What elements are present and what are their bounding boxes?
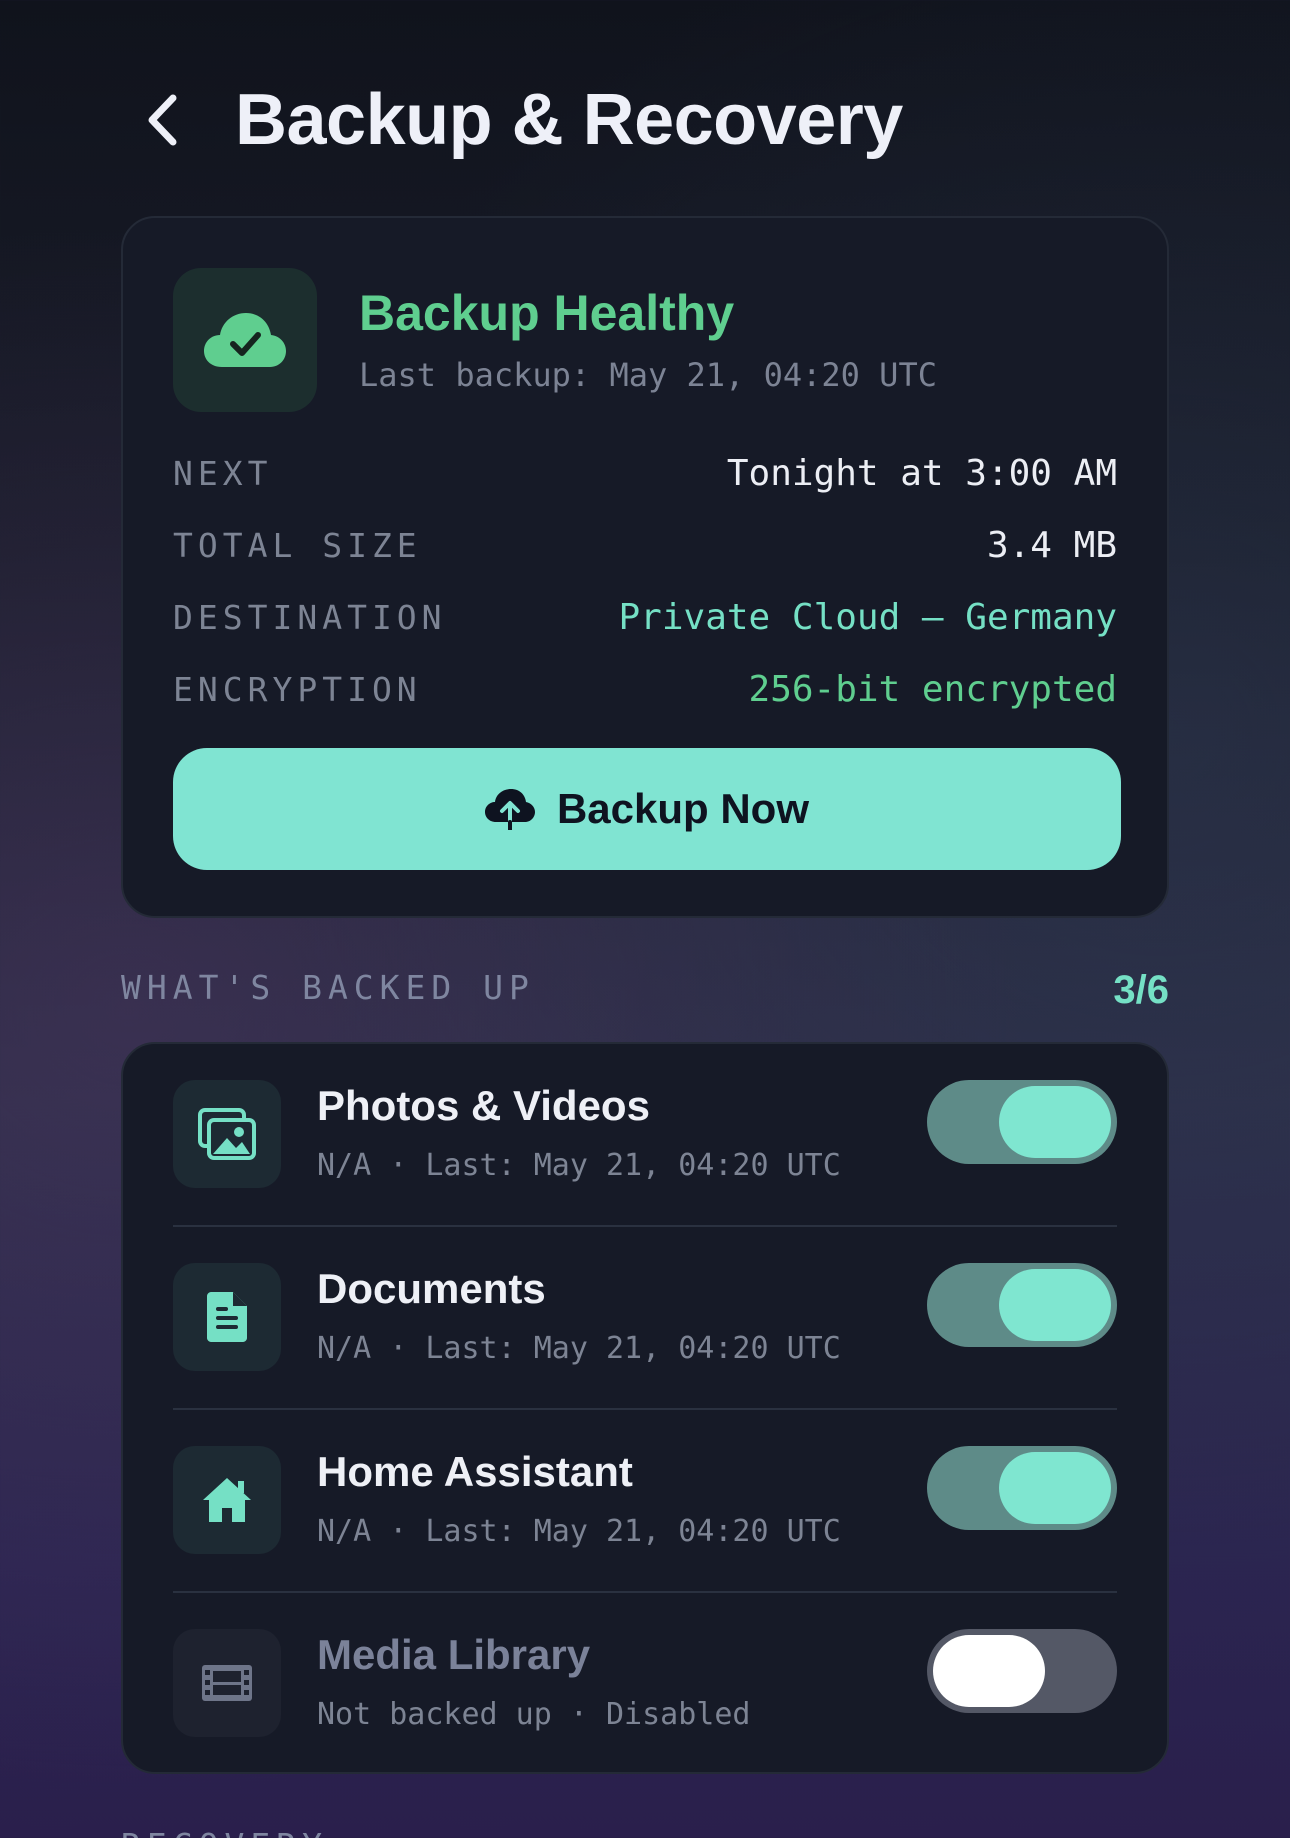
- backed-up-list: Photos & Videos N/A · Last: May 21, 04:2…: [121, 1042, 1169, 1774]
- total-size-row: TOTAL SIZE 3.4 MB: [173, 520, 1117, 570]
- total-size-label: TOTAL SIZE: [173, 525, 422, 565]
- item-name: Home Assistant: [317, 1448, 633, 1495]
- item-name: Photos & Videos: [317, 1082, 650, 1129]
- backup-now-label: Backup Now: [556, 785, 810, 832]
- cloud-upload-icon: [484, 789, 535, 830]
- toggle-knob: [999, 1269, 1111, 1341]
- section-label-backed-up: WHAT'S BACKED UP: [121, 968, 535, 1007]
- list-item[interactable]: Photos & Videos N/A · Last: May 21, 04:2…: [123, 1044, 1167, 1227]
- item-icon-tile: [173, 1446, 281, 1554]
- next-backup-row: NEXT Tonight at 3:00 AM: [173, 448, 1117, 498]
- list-item[interactable]: Home Assistant N/A · Last: May 21, 04:20…: [123, 1410, 1167, 1593]
- section-label-recovery: RECOVERY: [121, 1826, 328, 1838]
- item-meta: N/A · Last: May 21, 04:20 UTC: [317, 1148, 841, 1183]
- toggle-knob: [933, 1635, 1045, 1707]
- media-library-toggle[interactable]: [927, 1629, 1117, 1713]
- home-assistant-toggle[interactable]: [927, 1446, 1117, 1530]
- encryption-row: ENCRYPTION 256-bit encrypted: [173, 664, 1117, 714]
- page-title: Backup & Recovery: [235, 80, 903, 160]
- item-meta: N/A · Last: May 21, 04:20 UTC: [317, 1514, 841, 1549]
- document-icon: [207, 1292, 247, 1342]
- documents-toggle[interactable]: [927, 1263, 1117, 1347]
- list-item[interactable]: Documents N/A · Last: May 21, 04:20 UTC: [123, 1227, 1167, 1410]
- cloud-check-icon: [204, 313, 286, 367]
- toggle-knob: [999, 1452, 1111, 1524]
- status-icon-tile: [173, 268, 317, 412]
- next-value: Tonight at 3:00 AM: [726, 452, 1117, 494]
- item-icon-tile: [173, 1263, 281, 1371]
- image-icon: [198, 1108, 256, 1160]
- back-button[interactable]: [145, 85, 195, 155]
- total-size-value: 3.4 MB: [986, 524, 1117, 566]
- destination-row: DESTINATION Private Cloud — Germany: [173, 592, 1117, 642]
- last-backup-text: Last backup: May 21, 04:20 UTC: [359, 356, 937, 394]
- backup-now-button[interactable]: Backup Now: [173, 748, 1121, 870]
- home-icon: [203, 1478, 251, 1522]
- item-icon-tile: [173, 1080, 281, 1188]
- photos-videos-toggle[interactable]: [927, 1080, 1117, 1164]
- backup-status-card: Backup Healthy Last backup: May 21, 04:2…: [121, 216, 1169, 918]
- item-meta: N/A · Last: May 21, 04:20 UTC: [317, 1331, 841, 1366]
- item-name: Media Library: [317, 1631, 591, 1678]
- next-label: NEXT: [173, 453, 273, 493]
- backed-up-count: 3/6: [1113, 968, 1169, 1012]
- status-title: Backup Healthy: [359, 285, 735, 341]
- encryption-value: 256-bit encrypted: [748, 668, 1117, 710]
- destination-value: Private Cloud — Germany: [618, 596, 1118, 638]
- item-icon-tile: [173, 1629, 281, 1737]
- item-meta: Not backed up · Disabled: [317, 1697, 751, 1732]
- destination-label: DESTINATION: [173, 597, 447, 637]
- chevron-left-icon: [148, 94, 177, 146]
- item-name: Documents: [317, 1265, 546, 1312]
- header: Backup & Recovery: [145, 80, 903, 160]
- encryption-label: ENCRYPTION: [173, 669, 422, 709]
- list-item[interactable]: Media Library Not backed up · Disabled: [123, 1593, 1167, 1776]
- film-icon: [202, 1665, 252, 1701]
- toggle-knob: [999, 1086, 1111, 1158]
